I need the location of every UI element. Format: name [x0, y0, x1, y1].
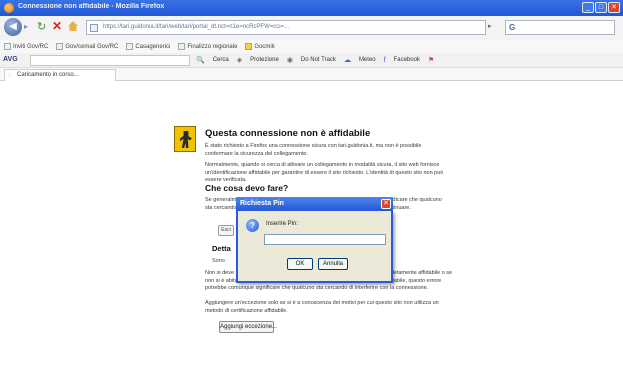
- bookmark-item[interactable]: Gov/cemail Gov/RC: [56, 43, 118, 50]
- bookmark-item[interactable]: Casagenerici: [126, 43, 170, 50]
- bookmark-item[interactable]: Inviti Gov/RC: [4, 43, 48, 50]
- eye-icon: ◉: [286, 57, 293, 64]
- dialog-title: Richiesta Pin: [240, 200, 284, 207]
- minimize-button[interactable]: _: [582, 2, 594, 13]
- navigation-toolbar: ◀ ▸ ↻ ✕ https://tari.guidonia.it/tari/we…: [0, 16, 623, 40]
- addon-item-facebook[interactable]: Facebook: [394, 57, 420, 63]
- page-icon: [4, 43, 11, 50]
- dialog-titlebar: Richiesta Pin ✕: [236, 197, 393, 211]
- back-button[interactable]: ◀: [4, 18, 22, 36]
- addon-items: 🔍 Cerca ◈ Protezione ◉ Do Not Track ☁ Me…: [196, 56, 434, 65]
- folder-icon: [245, 43, 253, 50]
- tab-strip: ◌ Caricamento in corso...: [0, 68, 623, 81]
- addon-search-input[interactable]: [30, 55, 190, 66]
- addon-logo[interactable]: AVG: [3, 56, 18, 63]
- add-exception-button[interactable]: Aggiungi eccezione...: [219, 321, 277, 333]
- search-engine-icon[interactable]: G: [509, 23, 515, 32]
- shield-icon: ◈: [236, 57, 243, 64]
- policeman-figure: [180, 131, 192, 148]
- dialog-close-button[interactable]: ✕: [381, 199, 391, 209]
- intro-paragraph: È stato richiesto a Firefox una connessi…: [205, 143, 422, 157]
- page-icon: [56, 43, 64, 50]
- home-icon[interactable]: [68, 21, 78, 31]
- notification-icon[interactable]: ⚑: [428, 56, 434, 64]
- question-icon: ?: [246, 219, 259, 232]
- url-text: https://tari.guidonia.it/tari/web/tari/p…: [103, 24, 290, 30]
- bookmark-item[interactable]: Finalizzo regionale: [178, 43, 237, 50]
- pin-dialog: Richiesta Pin ✕ ? Inserire Pin: OK Annul…: [236, 197, 393, 283]
- bookmark-item[interactable]: Gocmik: [245, 43, 275, 50]
- explanation-paragraph: Normalmente, quando si cerca di attivare…: [205, 162, 444, 183]
- bookmarks-toolbar: Inviti Gov/RC Gov/cemail Gov/RC Casagene…: [0, 40, 623, 53]
- firefox-icon: [4, 3, 14, 13]
- addon-item-weather[interactable]: Meteo: [359, 57, 376, 63]
- window-title: Connessione non affidabile - Mozilla Fir…: [18, 3, 165, 10]
- details-line: Sono: [212, 258, 225, 264]
- get-me-out-button[interactable]: Esci: [218, 225, 234, 236]
- page-icon: [178, 43, 186, 50]
- maximize-button[interactable]: □: [595, 2, 607, 13]
- exception-paragraph: Aggiungere un'eccezione solo se si è a c…: [205, 300, 439, 314]
- window-titlebar: Connessione non affidabile - Mozilla Fir…: [0, 0, 623, 16]
- site-identity-icon[interactable]: [90, 24, 98, 32]
- details-heading[interactable]: Detta: [212, 244, 231, 253]
- pin-input[interactable]: [264, 234, 386, 245]
- addon-item-search[interactable]: Cerca: [213, 57, 229, 63]
- addon-item-do-not-track[interactable]: Do Not Track: [301, 57, 336, 63]
- addon-toolbar: AVG 🔍 Cerca ◈ Protezione ◉ Do Not Track …: [0, 53, 623, 68]
- tab-active[interactable]: ◌ Caricamento in corso...: [4, 69, 116, 81]
- warning-policeman-icon: [174, 126, 196, 152]
- cancel-button[interactable]: Annulla: [318, 258, 348, 270]
- reload-button[interactable]: ↻: [37, 20, 46, 33]
- what-to-do-heading: Che cosa devo fare?: [205, 183, 289, 193]
- weather-icon: ☁: [343, 57, 351, 64]
- pin-prompt-label: Inserire Pin:: [266, 221, 299, 227]
- facebook-icon: f: [383, 56, 386, 64]
- addon-item-protection[interactable]: Protezione: [250, 57, 279, 63]
- page-title: Questa connessione non è affidabile: [205, 128, 371, 139]
- search-box[interactable]: G: [505, 20, 615, 35]
- forward-button[interactable]: ▸: [24, 22, 28, 31]
- loading-spinner-icon: ◌: [8, 73, 12, 79]
- go-button[interactable]: ▸: [488, 22, 492, 30]
- url-bar[interactable]: https://tari.guidonia.it/tari/web/tari/p…: [86, 20, 486, 35]
- search-icon: 🔍: [196, 57, 205, 64]
- page-icon: [126, 43, 134, 50]
- window-controls: _ □ ✕: [582, 2, 620, 13]
- close-window-button[interactable]: ✕: [608, 2, 620, 13]
- ok-button[interactable]: OK: [287, 258, 313, 270]
- stop-button[interactable]: ✕: [52, 19, 62, 33]
- tab-label: Caricamento in corso...: [17, 72, 79, 78]
